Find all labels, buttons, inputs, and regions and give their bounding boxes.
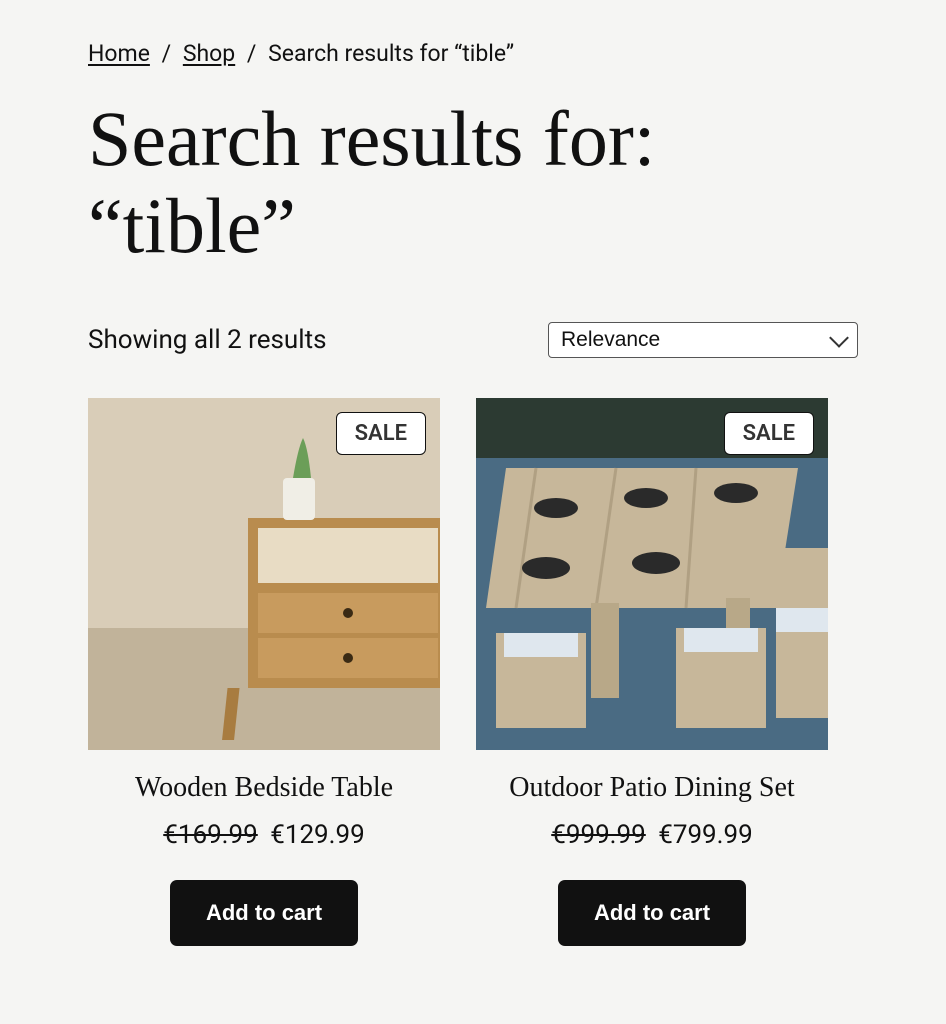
product-price: €999.99 €799.99 bbox=[476, 820, 828, 850]
product-name[interactable]: Outdoor Patio Dining Set bbox=[476, 772, 828, 804]
original-price: €169.99 bbox=[163, 820, 258, 850]
breadcrumb-shop[interactable]: Shop bbox=[183, 40, 235, 67]
sale-price: €799.99 bbox=[658, 820, 753, 850]
product-card[interactable]: SALE Wooden Bedside Table €169.99 €129.9… bbox=[88, 398, 440, 946]
sale-badge: SALE bbox=[724, 412, 814, 455]
results-toolbar: Showing all 2 results Relevance bbox=[88, 322, 858, 358]
sort-select[interactable]: Relevance bbox=[548, 322, 858, 358]
sale-badge: SALE bbox=[336, 412, 426, 455]
add-to-cart-button[interactable]: Add to cart bbox=[558, 880, 746, 946]
result-count: Showing all 2 results bbox=[88, 325, 327, 355]
product-card[interactable]: SALE Outdoor Patio Dining Set €999.99 €7… bbox=[476, 398, 828, 946]
sort-wrap: Relevance bbox=[548, 322, 858, 358]
breadcrumb-home[interactable]: Home bbox=[88, 40, 150, 67]
product-name[interactable]: Wooden Bedside Table bbox=[88, 772, 440, 804]
breadcrumb-current: Search results for “tible” bbox=[268, 40, 514, 67]
page-title: Search results for: “tible” bbox=[88, 95, 858, 270]
add-to-cart-button[interactable]: Add to cart bbox=[170, 880, 358, 946]
breadcrumb: Home / Shop / Search results for “tible” bbox=[88, 40, 858, 67]
original-price: €999.99 bbox=[551, 820, 646, 850]
sale-price: €129.99 bbox=[270, 820, 365, 850]
breadcrumb-sep: / bbox=[241, 40, 263, 67]
breadcrumb-sep: / bbox=[156, 40, 178, 67]
product-price: €169.99 €129.99 bbox=[88, 820, 440, 850]
product-grid: SALE Wooden Bedside Table €169.99 €129.9… bbox=[88, 398, 858, 946]
